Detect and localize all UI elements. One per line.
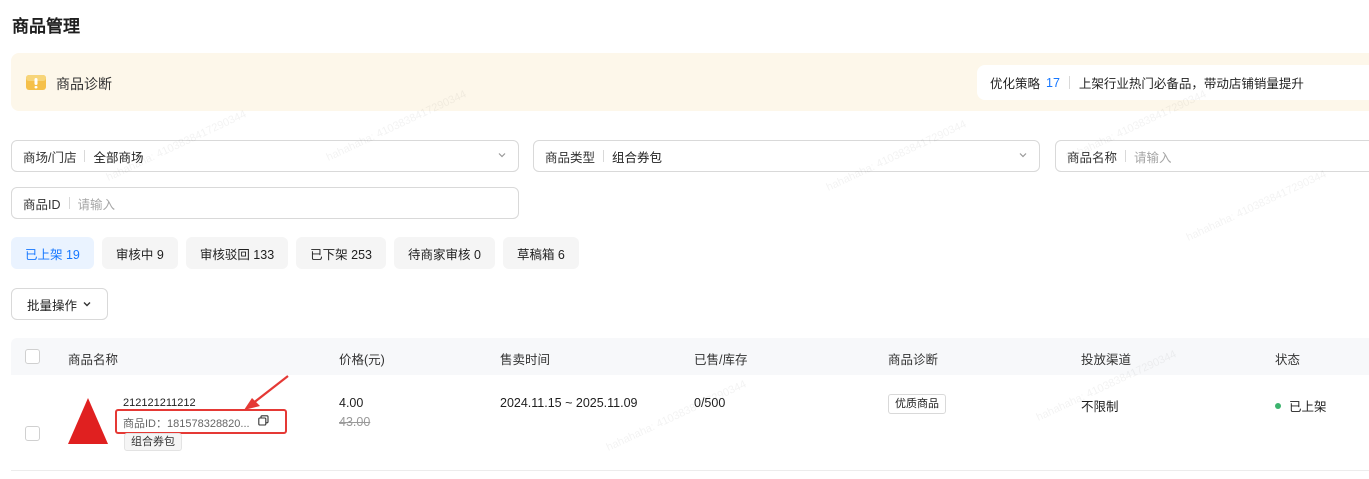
diagnosis-banner: 商品诊断 优化策略 17 上架行业热门必备品，带动店铺销量提升 xyxy=(11,53,1369,111)
column-header-status: 状态 xyxy=(1275,353,1301,367)
tab-reviewing[interactable]: 审核中 9 xyxy=(101,237,178,269)
diagnosis-icon xyxy=(26,75,46,90)
annotation-arrow-icon xyxy=(244,375,289,410)
mall-store-label: 商场/门店 xyxy=(23,150,77,165)
product-thumbnail-image xyxy=(68,398,108,444)
chevron-down-icon xyxy=(1019,153,1027,158)
watermark-text: hahahaha: 4103838417290344 xyxy=(1184,168,1329,244)
filter-divider xyxy=(68,197,70,209)
price: 4.00 xyxy=(339,396,364,410)
product-type-tag: 组合券包 xyxy=(124,433,182,451)
status-dot xyxy=(1275,402,1281,409)
status-tabs: 已上架 19 审核中 9 审核驳回 133 已下架 253 待商家审核 0 草稿… xyxy=(11,237,579,269)
column-header-time: 售卖时间 xyxy=(500,353,551,367)
copy-icon[interactable] xyxy=(258,415,269,426)
row-checkbox[interactable] xyxy=(25,426,40,441)
strategy-text: 上架行业热门必备品，带动店铺销量提升 xyxy=(1078,77,1304,91)
tab-listed[interactable]: 已上架 19 xyxy=(11,237,94,269)
column-header-name: 商品名称 xyxy=(68,353,119,367)
delivery-channel: 不限制 xyxy=(1081,400,1119,414)
batch-operation-label: 批量操作 xyxy=(27,298,78,313)
optimization-strategy[interactable]: 优化策略 17 上架行业热门必备品，带动店铺销量提升 xyxy=(977,65,1369,100)
product-id-input[interactable]: 请输入 xyxy=(78,194,116,213)
diagnosis-title: 商品诊断 xyxy=(56,76,112,92)
product-name-input[interactable]: 请输入 xyxy=(1134,147,1172,166)
filter-divider xyxy=(84,150,86,162)
strategy-count: 17 xyxy=(1046,75,1060,90)
select-all-checkbox[interactable] xyxy=(25,349,40,364)
product-id: 商品ID：181578328820... xyxy=(123,418,250,430)
column-header-stock: 已售/库存 xyxy=(694,353,748,367)
filter-divider xyxy=(1125,150,1127,162)
page-title: 商品管理 xyxy=(12,17,80,36)
tab-drafts[interactable]: 草稿箱 6 xyxy=(502,237,579,269)
product-name: 212121211212 xyxy=(123,397,196,409)
sale-time: 2024.11.15 ~ 2025.11.09 xyxy=(500,396,638,410)
table-row: 212121211212 商品ID：181578328820... 组合券包 4… xyxy=(11,375,1369,471)
table-header: 商品名称 价格(元) 售卖时间 已售/库存 商品诊断 投放渠道 状态 xyxy=(11,338,1369,375)
filter-divider xyxy=(603,150,605,162)
tab-delisted[interactable]: 已下架 253 xyxy=(296,237,387,269)
mall-store-select[interactable]: 商场/门店 全部商场 xyxy=(11,140,519,172)
mall-store-value: 全部商场 xyxy=(93,150,144,165)
status-badge: 已上架 xyxy=(1275,396,1327,415)
column-header-channel: 投放渠道 xyxy=(1081,353,1132,367)
tab-merchant-review[interactable]: 待商家审核 0 xyxy=(394,237,495,269)
product-name-field[interactable]: 商品名称 请输入 xyxy=(1055,140,1369,172)
batch-operation-button[interactable]: 批量操作 xyxy=(11,288,108,320)
original-price: 43.00 xyxy=(339,415,371,429)
product-type-value: 组合券包 xyxy=(612,150,663,165)
sold-stock: 0/500 xyxy=(694,396,726,410)
chevron-down-icon xyxy=(498,153,506,158)
status-text: 已上架 xyxy=(1289,400,1327,414)
strategy-label: 优化策略 xyxy=(990,77,1041,91)
diagnosis-badge: 优质商品 xyxy=(888,394,946,414)
chevron-down-icon xyxy=(83,302,91,307)
product-id-field[interactable]: 商品ID 请输入 xyxy=(11,187,519,219)
product-id-label: 商品ID xyxy=(23,197,61,212)
product-name-label: 商品名称 xyxy=(1067,150,1118,165)
product-type-select[interactable]: 商品类型 组合券包 xyxy=(533,140,1040,172)
column-header-diagnosis: 商品诊断 xyxy=(888,353,939,367)
tab-rejected[interactable]: 审核驳回 133 xyxy=(185,237,289,269)
column-header-price: 价格(元) xyxy=(339,353,385,367)
strategy-divider xyxy=(1068,76,1070,89)
product-type-label: 商品类型 xyxy=(545,150,596,165)
